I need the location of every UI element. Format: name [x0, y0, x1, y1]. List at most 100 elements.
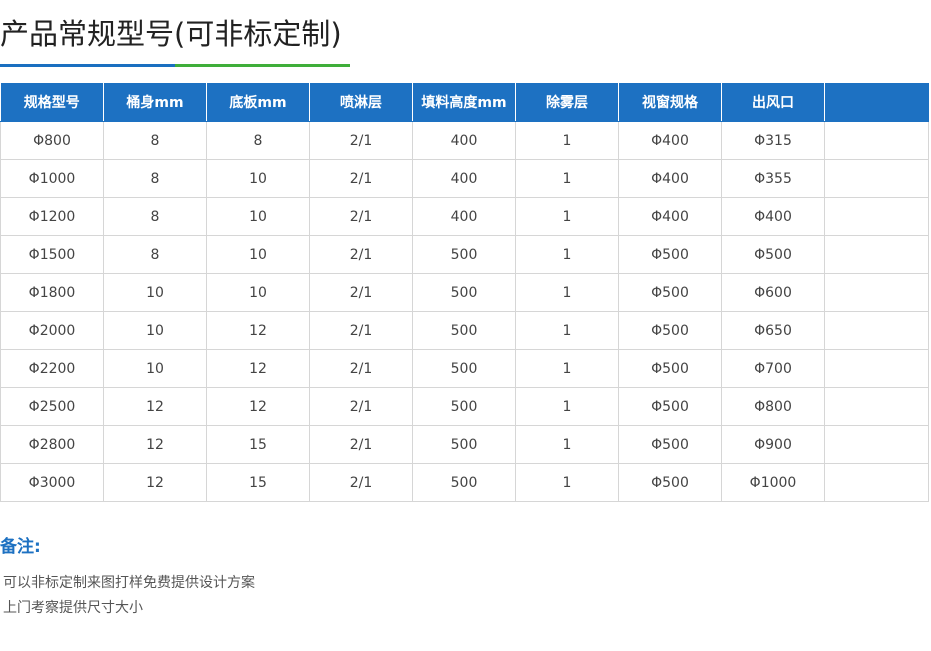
table-cell: 2/1 [309, 311, 413, 350]
table-cell: Φ700 [721, 349, 825, 388]
title-underline [0, 64, 350, 67]
table-cell: Φ500 [721, 235, 825, 274]
column-header: 规格型号 [0, 83, 104, 122]
table-cell: Φ500 [618, 349, 722, 388]
table-cell: 500 [412, 349, 516, 388]
table-row: Φ1500 8 10 2/1 500 1 Φ500 Φ500 [0, 235, 929, 274]
table-row: Φ1200 8 10 2/1 400 1 Φ400 Φ400 [0, 197, 929, 236]
table-cell [824, 463, 929, 502]
table-cell: 8 [103, 197, 207, 236]
table-row: Φ2000 10 12 2/1 500 1 Φ500 Φ650 [0, 311, 929, 350]
table-cell [824, 121, 929, 160]
note-line: 可以非标定制来图打样免费提供设计方案 [3, 575, 255, 591]
table-row: Φ2500 12 12 2/1 500 1 Φ500 Φ800 [0, 387, 929, 426]
column-header: 喷淋层 [309, 83, 413, 122]
table-cell: 2/1 [309, 121, 413, 160]
table-cell: 1 [515, 197, 619, 236]
column-header: 出风口 [721, 83, 825, 122]
table-header-row: 规格型号 桶身mm 底板mm 喷淋层 填料高度mm 除雾层 视窗规格 出风口 [0, 83, 929, 122]
table-cell: Φ1500 [0, 235, 104, 274]
table-cell: 400 [412, 159, 516, 198]
table-row: Φ2800 12 15 2/1 500 1 Φ500 Φ900 [0, 425, 929, 464]
table-cell: 1 [515, 425, 619, 464]
table-cell: 15 [206, 425, 310, 464]
table-cell: Φ1800 [0, 273, 104, 312]
spec-table: 规格型号 桶身mm 底板mm 喷淋层 填料高度mm 除雾层 视窗规格 出风口 Φ800 8 8 2/… [0, 83, 929, 502]
table-cell: Φ500 [618, 311, 722, 350]
table-cell: 500 [412, 463, 516, 502]
table-cell: Φ500 [618, 425, 722, 464]
table-cell: 500 [412, 235, 516, 274]
table-cell [824, 235, 929, 274]
table-cell: 1 [515, 121, 619, 160]
table-cell: 2/1 [309, 349, 413, 388]
table-cell: 12 [103, 463, 207, 502]
table-cell [824, 273, 929, 312]
table-cell: 12 [103, 387, 207, 426]
table-cell: 1 [515, 463, 619, 502]
table-cell: Φ400 [618, 121, 722, 160]
notes-label: 备注: [0, 537, 41, 557]
table-cell: 10 [206, 197, 310, 236]
table-cell: Φ500 [618, 463, 722, 502]
table-cell: Φ400 [721, 197, 825, 236]
table-cell: 1 [515, 311, 619, 350]
table-cell: Φ1200 [0, 197, 104, 236]
table-cell: 2/1 [309, 197, 413, 236]
table-cell: 10 [206, 273, 310, 312]
table-cell: 8 [103, 159, 207, 198]
table-cell [824, 311, 929, 350]
table-cell: 12 [206, 311, 310, 350]
table-cell: Φ1000 [721, 463, 825, 502]
table-cell: Φ400 [618, 197, 722, 236]
table-cell: 12 [206, 387, 310, 426]
table-cell: Φ600 [721, 273, 825, 312]
table-cell: 1 [515, 235, 619, 274]
table-cell: 10 [103, 311, 207, 350]
table-cell: Φ3000 [0, 463, 104, 502]
table-cell: Φ2200 [0, 349, 104, 388]
table-cell: 1 [515, 349, 619, 388]
table-cell [824, 425, 929, 464]
table-cell: Φ500 [618, 235, 722, 274]
table-cell [824, 387, 929, 426]
column-header: 桶身mm [103, 83, 207, 122]
column-header: 视窗规格 [618, 83, 722, 122]
table-cell: 1 [515, 387, 619, 426]
table-cell: 500 [412, 425, 516, 464]
note-line: 上门考察提供尺寸大小 [3, 600, 143, 616]
table-cell: Φ650 [721, 311, 825, 350]
column-header [824, 83, 929, 122]
table-cell: 500 [412, 387, 516, 426]
table-row: Φ3000 12 15 2/1 500 1 Φ500 Φ1000 [0, 463, 929, 502]
table-cell: Φ355 [721, 159, 825, 198]
table-cell: 15 [206, 463, 310, 502]
table-cell: Φ500 [618, 387, 722, 426]
table-cell: Φ800 [721, 387, 825, 426]
table-row: Φ800 8 8 2/1 400 1 Φ400 Φ315 [0, 121, 929, 160]
table-cell: 8 [103, 121, 207, 160]
table-cell: 10 [206, 159, 310, 198]
table-cell: Φ315 [721, 121, 825, 160]
table-cell: 2/1 [309, 425, 413, 464]
table-cell: 500 [412, 273, 516, 312]
column-header: 除雾层 [515, 83, 619, 122]
table-cell: Φ1000 [0, 159, 104, 198]
table-cell [824, 197, 929, 236]
table-cell [824, 349, 929, 388]
table-cell: 500 [412, 311, 516, 350]
table-row: Φ1800 10 10 2/1 500 1 Φ500 Φ600 [0, 273, 929, 312]
page-title: 产品常规型号(可非标定制) [0, 17, 342, 51]
table-cell: 10 [103, 349, 207, 388]
table-cell: Φ400 [618, 159, 722, 198]
table-cell: Φ900 [721, 425, 825, 464]
table-row: Φ1000 8 10 2/1 400 1 Φ400 Φ355 [0, 159, 929, 198]
table-cell: 12 [103, 425, 207, 464]
table-cell: 10 [206, 235, 310, 274]
table-cell: 1 [515, 273, 619, 312]
table-header: 规格型号 桶身mm 底板mm 喷淋层 填料高度mm 除雾层 视窗规格 出风口 [0, 83, 929, 122]
table-cell: 400 [412, 197, 516, 236]
table-cell [824, 159, 929, 198]
table-row: Φ2200 10 12 2/1 500 1 Φ500 Φ700 [0, 349, 929, 388]
table-cell: Φ500 [618, 273, 722, 312]
